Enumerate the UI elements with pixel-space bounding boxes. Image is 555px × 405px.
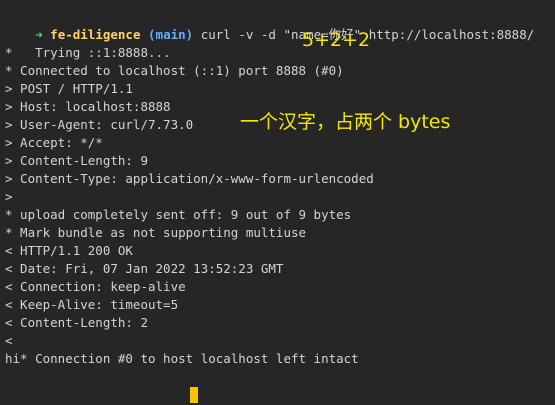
output-line: < Content-Length: 2 <box>5 315 148 330</box>
prompt-line-empty[interactable]: ➜ fe-diligence (main) <box>5 386 193 404</box>
output-line: > User-Agent: curl/7.73.0 <box>5 117 194 132</box>
annotation-chinese-bytes-note: 一个汉字，占两个 bytes <box>240 111 451 133</box>
prompt-git-branch: (main) <box>148 27 194 42</box>
output-line: > Host: localhost:8888 <box>5 99 171 114</box>
output-line: < Keep-Alive: timeout=5 <box>5 297 179 312</box>
terminal-window[interactable]: ➜ fe-diligence (main) curl -v -d "name=你… <box>0 0 555 405</box>
output-line: < Date: Fri, 07 Jan 2022 13:52:23 GMT <box>5 261 284 276</box>
output-line: > Accept: */* <box>5 135 103 150</box>
output-line: * Connected to localhost (::1) port 8888… <box>5 63 344 78</box>
prompt-line-command: ➜ fe-diligence (main) curl -v -d "name=你… <box>5 8 534 42</box>
prompt-directory: fe-diligence <box>50 27 141 42</box>
text-cursor <box>190 387 198 403</box>
output-line: hi* Connection #0 to host localhost left… <box>5 351 359 366</box>
output-line: > POST / HTTP/1.1 <box>5 81 133 96</box>
output-line: > Content-Type: application/x-www-form-u… <box>5 171 374 186</box>
output-line: * Mark bundle as not supporting multiuse <box>5 225 307 240</box>
output-line: < HTTP/1.1 200 OK <box>5 243 133 258</box>
output-line: * Trying ::1:8888... <box>5 45 171 60</box>
output-line: < <box>5 333 13 348</box>
annotation-byte-sum: 5+2+2 <box>302 29 371 51</box>
output-line: > <box>5 189 13 204</box>
output-line: < Connection: keep-alive <box>5 279 186 294</box>
output-line: * upload completely sent off: 9 out of 9… <box>5 207 352 222</box>
output-line: > Content-Length: 9 <box>5 153 148 168</box>
prompt-arrow-icon: ➜ <box>35 27 43 42</box>
